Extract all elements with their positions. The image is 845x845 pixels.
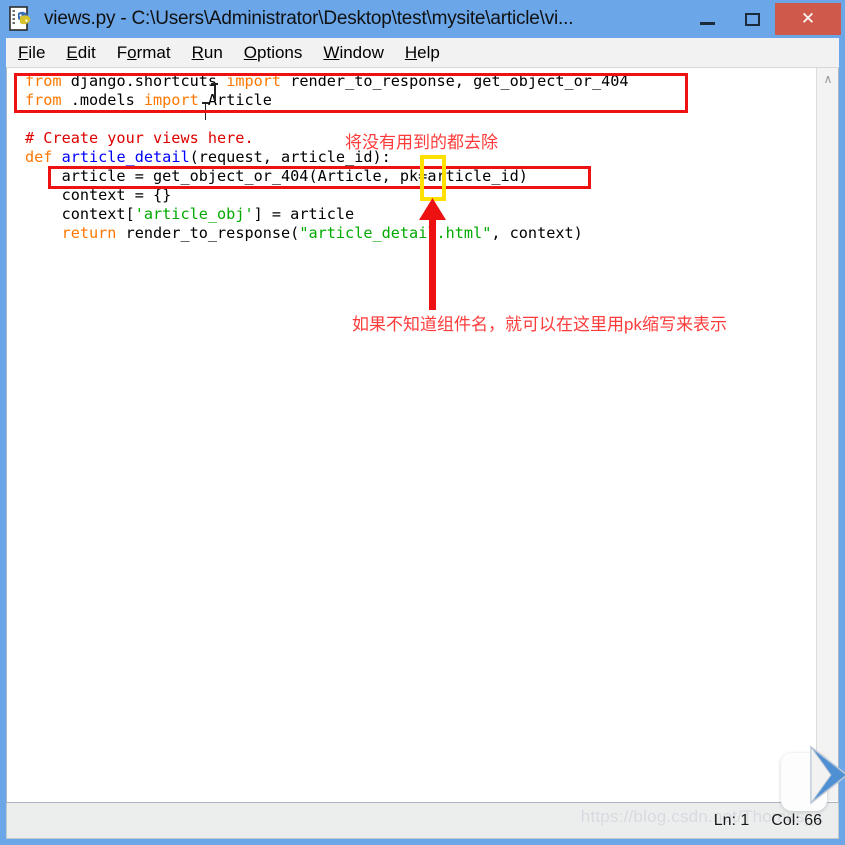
annotation-note-top: 将没有用到的都去除 <box>345 133 498 152</box>
menu-item-options[interactable]: Options <box>244 43 303 63</box>
menu-item-window[interactable]: Window <box>323 43 383 63</box>
status-bar: https://blog.csdn.net/Thomas_1 Ln: 1 Col… <box>6 803 839 839</box>
title-bar[interactable]: views.py - C:\Users\Administrator\Deskto… <box>0 0 845 38</box>
menu-item-run[interactable]: Run <box>192 43 223 63</box>
maximize-icon <box>745 12 760 26</box>
source-code[interactable]: from django.shortcuts import render_to_r… <box>7 68 629 243</box>
editor-vertical-scrollbar[interactable]: ∧ <box>816 68 838 801</box>
minimize-button[interactable] <box>685 0 730 38</box>
close-icon: ✕ <box>800 9 816 28</box>
window-title: views.py - C:\Users\Administrator\Deskto… <box>44 8 574 29</box>
minimize-icon <box>700 22 715 25</box>
menu-item-help[interactable]: Help <box>405 43 440 63</box>
status-line-number: Ln: 1 <box>713 811 750 829</box>
menu-item-file[interactable]: File <box>18 43 45 63</box>
maximize-button[interactable] <box>730 0 775 38</box>
idle-window: views.py - C:\Users\Administrator\Deskto… <box>0 0 845 845</box>
annotation-note-bottom: 如果不知道组件名，就可以在这里用pk缩写来表示 <box>352 315 727 334</box>
menu-item-format[interactable]: Format <box>117 43 171 63</box>
status-column-number: Col: 66 <box>771 811 822 829</box>
python-idle-icon <box>9 6 35 32</box>
menu-item-edit[interactable]: Edit <box>66 43 95 63</box>
scroll-up-icon[interactable]: ∧ <box>817 68 838 90</box>
code-editor[interactable]: from django.shortcuts import render_to_r… <box>6 68 839 803</box>
menu-bar: File Edit Format Run Options Window Help <box>6 38 839 68</box>
close-button[interactable]: ✕ <box>775 3 841 35</box>
